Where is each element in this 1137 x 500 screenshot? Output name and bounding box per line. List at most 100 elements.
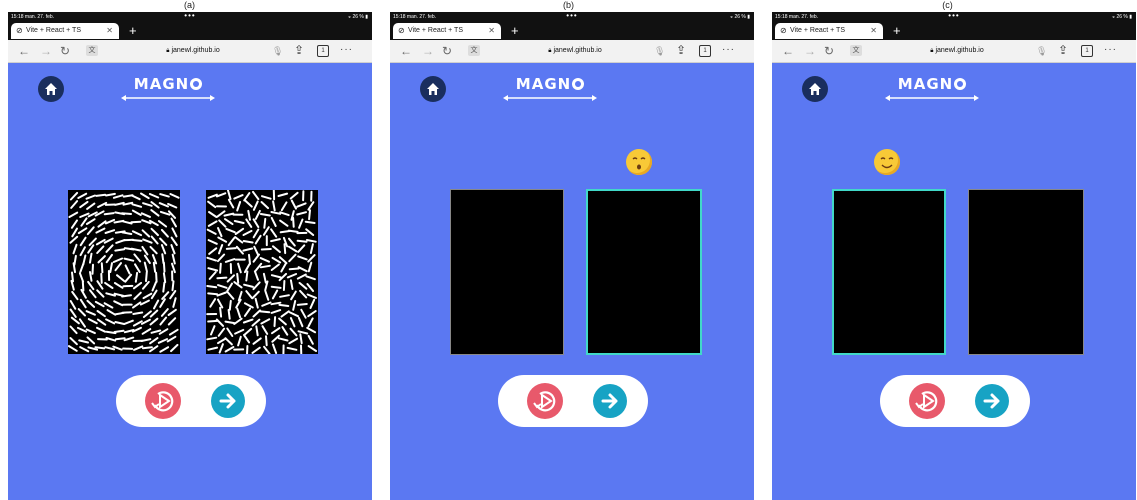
tab-count-icon[interactable]: 1 <box>699 45 711 57</box>
reload-icon[interactable]: ↻ <box>824 44 834 58</box>
dash-element <box>270 211 282 215</box>
dash-element <box>309 243 314 254</box>
dash-element <box>296 273 307 280</box>
dash-element <box>168 328 179 336</box>
forward-arrow-icon[interactable]: → <box>804 44 816 58</box>
dash-element <box>242 240 254 244</box>
dash-element <box>105 253 113 264</box>
home-button[interactable] <box>802 76 828 102</box>
dash-element <box>288 253 297 263</box>
smiling-face-emoji-icon <box>874 149 900 175</box>
dash-element <box>104 346 116 351</box>
tab-count-icon[interactable]: 1 <box>317 45 329 57</box>
dash-element <box>152 261 157 273</box>
dash-element <box>216 276 228 280</box>
dash-element <box>79 236 87 247</box>
stimulus-left[interactable] <box>832 189 946 355</box>
back-arrow-icon[interactable]: ← <box>782 44 794 58</box>
home-button[interactable] <box>38 76 64 102</box>
magno-logo: MAGN <box>502 75 598 101</box>
share-icon[interactable]: ⇪ <box>676 43 686 57</box>
dash-element <box>297 255 308 261</box>
dash-element <box>217 327 226 337</box>
stimulus-left[interactable] <box>68 190 180 354</box>
dash-element <box>296 211 307 216</box>
translate-icon[interactable]: 文 <box>850 45 862 56</box>
dash-element <box>225 247 237 250</box>
reload-icon[interactable]: ↻ <box>442 44 452 58</box>
replay-button[interactable] <box>527 383 563 419</box>
browser-tab[interactable]: ⊘ Vite + React + TS ✕ <box>393 23 501 39</box>
dash-element <box>287 229 299 233</box>
browser-tab-bar: ⊘ Vite + React + TS ✕ + <box>390 22 754 40</box>
translate-icon[interactable]: 文 <box>468 45 480 56</box>
next-button[interactable] <box>975 384 1009 418</box>
more-menu-icon[interactable]: ··· <box>1104 43 1117 57</box>
stimulus-left[interactable] <box>450 189 564 355</box>
next-button[interactable] <box>211 384 245 418</box>
dash-element <box>271 289 279 300</box>
replay-button[interactable] <box>145 383 181 419</box>
replay-icon <box>533 391 556 412</box>
replay-button[interactable] <box>909 383 945 419</box>
share-icon[interactable]: ⇪ <box>294 43 304 57</box>
translate-icon[interactable]: 文 <box>86 45 98 56</box>
dash-element <box>300 308 307 319</box>
home-icon <box>809 83 821 95</box>
dash-element <box>260 318 271 325</box>
arrow-right-icon <box>601 393 618 409</box>
dash-element <box>69 337 78 346</box>
new-tab-icon[interactable]: + <box>129 23 137 38</box>
address-bar[interactable]: 🔒︎ janewl.github.io <box>128 44 258 58</box>
dash-element <box>292 300 297 311</box>
address-bar[interactable]: 🔒︎ janewl.github.io <box>510 44 640 58</box>
stimulus-right[interactable] <box>206 189 318 356</box>
next-button[interactable] <box>593 384 627 418</box>
dash-element <box>244 199 253 208</box>
new-tab-icon[interactable]: + <box>893 23 901 38</box>
more-menu-icon[interactable]: ··· <box>722 43 735 57</box>
dash-element <box>272 245 281 253</box>
multitask-dots-icon[interactable]: ••• <box>948 12 959 21</box>
forward-arrow-icon[interactable]: → <box>422 44 434 58</box>
microphone-icon[interactable]: 🎙︎ <box>1036 45 1047 57</box>
dash-element <box>159 193 170 198</box>
dash-element <box>159 210 171 216</box>
back-arrow-icon[interactable]: ← <box>18 44 30 58</box>
microphone-icon[interactable]: 🎙︎ <box>654 45 665 57</box>
stimulus-right[interactable] <box>586 189 702 355</box>
dash-element <box>261 195 272 200</box>
dash-element <box>206 256 217 262</box>
new-tab-icon[interactable]: + <box>511 23 519 38</box>
stimulus-right[interactable] <box>968 189 1084 355</box>
share-icon[interactable]: ⇪ <box>1058 43 1068 57</box>
dash-element <box>150 329 162 334</box>
dash-element <box>133 345 144 351</box>
dash-element <box>114 201 125 206</box>
address-bar[interactable]: 🔒︎ janewl.github.io <box>892 44 1022 58</box>
microphone-icon[interactable]: 🎙︎ <box>272 45 283 57</box>
close-tab-icon[interactable]: ✕ <box>488 26 495 36</box>
browser-tab[interactable]: ⊘ Vite + React + TS ✕ <box>11 23 119 39</box>
dash-element <box>96 245 105 254</box>
browser-tab-bar: ⊘ Vite + React + TS ✕ + <box>772 22 1136 40</box>
tab-count-icon[interactable]: 1 <box>1081 45 1093 57</box>
more-menu-icon[interactable]: ··· <box>340 43 353 57</box>
reload-icon[interactable]: ↻ <box>60 44 70 58</box>
dash-element <box>286 346 298 351</box>
home-button[interactable] <box>420 76 446 102</box>
dash-element <box>68 211 79 218</box>
dash-element <box>70 316 80 325</box>
forward-arrow-icon[interactable]: → <box>40 44 52 58</box>
dash-element <box>207 239 218 245</box>
tab-title: Vite + React + TS <box>26 27 81 34</box>
dash-element <box>162 281 166 293</box>
browser-tab[interactable]: ⊘ Vite + React + TS ✕ <box>775 23 883 39</box>
multitask-dots-icon[interactable]: ••• <box>566 12 577 21</box>
back-arrow-icon[interactable]: ← <box>400 44 412 58</box>
multitask-dots-icon[interactable]: ••• <box>184 12 195 21</box>
dash-element <box>264 290 270 301</box>
dash-element <box>208 247 218 255</box>
close-tab-icon[interactable]: ✕ <box>106 26 113 36</box>
close-tab-icon[interactable]: ✕ <box>870 26 877 36</box>
